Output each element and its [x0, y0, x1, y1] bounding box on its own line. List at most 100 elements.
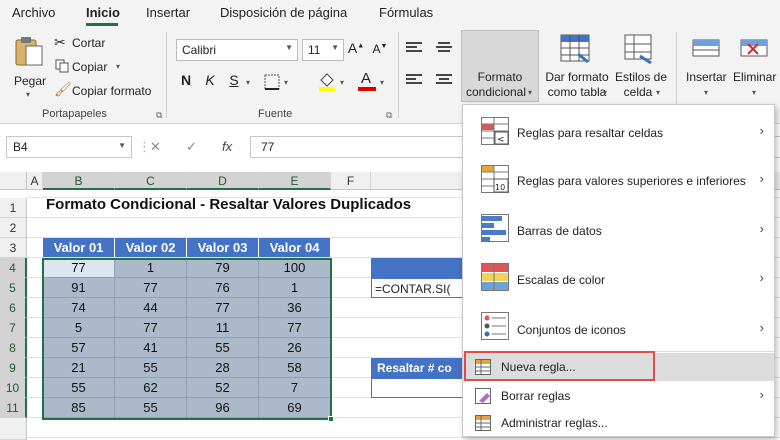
paste-button[interactable]: Pegar ▾: [10, 32, 50, 99]
chevron-right-icon: ›: [759, 270, 764, 285]
row-header-4[interactable]: 4: [0, 258, 27, 278]
delete-cells-icon[interactable]: [740, 36, 770, 62]
cancel-icon[interactable]: ✕: [150, 139, 161, 155]
copy-icon: [55, 59, 69, 73]
insert-label[interactable]: Insertar: [686, 70, 727, 84]
grow-font-icon[interactable]: A▲: [346, 40, 366, 56]
header-cell[interactable]: Valor 01: [43, 238, 115, 258]
italic-button[interactable]: K: [200, 72, 220, 88]
row-header-6[interactable]: 6: [0, 298, 27, 318]
name-box[interactable]: B4 ▼: [6, 136, 132, 158]
borders-icon[interactable]: [264, 74, 280, 90]
font-color-icon[interactable]: A: [358, 70, 376, 92]
row-header-8[interactable]: 8: [0, 338, 27, 358]
chevron-right-icon: ›: [759, 221, 764, 236]
column-header-d[interactable]: D: [187, 172, 259, 190]
chevron-right-icon: ›: [759, 171, 764, 186]
enter-icon[interactable]: ✓: [186, 139, 197, 155]
tab-disposicion[interactable]: Disposición de página: [220, 5, 347, 20]
header-cell[interactable]: Valor 02: [115, 238, 187, 258]
row-header-1[interactable]: 1: [0, 198, 27, 218]
row-header-10[interactable]: 10: [0, 378, 27, 398]
font-size-combo[interactable]: 11 ▼: [302, 39, 344, 61]
cond-format-label-2: condicional: [465, 85, 527, 99]
menu-label: Escalas de color: [517, 273, 606, 287]
chevron-down-icon: ▾: [116, 62, 121, 71]
align-center-icon[interactable]: [436, 74, 452, 86]
row-header-9[interactable]: 9: [0, 358, 27, 378]
shrink-font-icon[interactable]: A▼: [370, 42, 390, 56]
menu-label: Administrar reglas...: [501, 416, 608, 430]
conditional-format-button[interactable]: Formato condicional ▾: [461, 30, 539, 102]
delete-label[interactable]: Eliminar: [733, 70, 776, 84]
bold-button[interactable]: N: [176, 72, 196, 88]
copy-button[interactable]: Copiar ▾: [54, 58, 130, 76]
row-header-7[interactable]: 7: [0, 318, 27, 338]
selection-border: [42, 258, 332, 420]
menu-item-manage-rules[interactable]: Administrar reglas...: [463, 410, 774, 436]
align-middle-icon[interactable]: [436, 42, 452, 54]
font-name-combo[interactable]: Calibri ▼: [176, 39, 298, 61]
menu-item-icon-sets[interactable]: Conjuntos de iconos ›: [463, 301, 774, 347]
align-left-icon[interactable]: [406, 74, 422, 86]
row-header-11[interactable]: 11: [0, 398, 27, 418]
menu-item-top-bottom-rules[interactable]: 10 Reglas para valores superiores e infe…: [463, 157, 774, 203]
highlight-annotation-box: [464, 351, 655, 381]
format-as-table-icon: [560, 34, 590, 64]
highlight-rules-icon: <: [481, 117, 509, 145]
manage-rules-icon: [475, 415, 491, 431]
format-table-label-2[interactable]: como tabla: [544, 85, 610, 99]
row-header-5[interactable]: 5: [0, 278, 27, 298]
tab-formulas[interactable]: Fórmulas: [379, 5, 433, 20]
menu-item-data-bars[interactable]: Barras de datos ›: [463, 205, 774, 251]
row-header-12[interactable]: [0, 418, 27, 440]
column-header-a[interactable]: A: [27, 172, 43, 190]
format-painter-button[interactable]: 🖌 Copiar formato: [54, 81, 158, 100]
header-cell[interactable]: Valor 04: [259, 238, 331, 258]
clipboard-icon: [15, 37, 43, 66]
row-header-3[interactable]: 3: [0, 238, 27, 258]
chevron-down-icon: ▾: [528, 88, 533, 97]
menu-item-highlight-rules[interactable]: < Reglas para resaltar celdas ›: [463, 109, 774, 155]
eraser-icon: [475, 388, 491, 404]
row-header-2[interactable]: 2: [0, 218, 27, 238]
underline-button[interactable]: S: [224, 72, 244, 88]
select-all-corner[interactable]: [0, 172, 27, 190]
fill-handle[interactable]: [328, 416, 334, 422]
copy-label: Copiar: [72, 60, 108, 74]
insert-cells-icon[interactable]: [692, 36, 722, 62]
cut-button[interactable]: ✂ Cortar: [54, 34, 124, 52]
chevron-down-icon: ▾: [704, 88, 709, 97]
clipboard-launcher-icon[interactable]: ⧉: [156, 110, 162, 121]
menu-item-color-scales[interactable]: Escalas de color ›: [463, 253, 774, 299]
tab-inicio[interactable]: Inicio: [86, 5, 120, 20]
column-header-c[interactable]: C: [115, 172, 187, 190]
column-header-e[interactable]: E: [259, 172, 331, 190]
header-cell[interactable]: Valor 03: [187, 238, 259, 258]
format-table-label-1[interactable]: Dar formato: [544, 70, 610, 84]
side-value-cell[interactable]: [371, 378, 463, 398]
sheet-title: Formato Condicional - Resaltar Valores D…: [46, 196, 412, 213]
conditional-format-menu: < Reglas para resaltar celdas › 10 Regla…: [462, 104, 775, 437]
cell-styles-label-1[interactable]: Estilos de: [613, 70, 669, 84]
top-bottom-rules-icon: 10: [481, 165, 509, 193]
formula-value: 77: [261, 140, 275, 154]
side-header-bar: [371, 258, 463, 278]
chevron-down-icon: ▼: [118, 141, 126, 150]
tab-archivo[interactable]: Archivo: [12, 5, 55, 20]
menu-label: Borrar reglas: [501, 389, 571, 403]
menu-item-clear-rules[interactable]: Borrar reglas ›: [463, 383, 774, 409]
font-launcher-icon[interactable]: ⧉: [386, 110, 392, 121]
side-formula-cell[interactable]: =CONTAR.SI(: [371, 278, 463, 298]
chevron-down-icon: ▾: [380, 78, 385, 87]
menu-label: Barras de datos: [517, 224, 602, 238]
menu-label: Reglas para resaltar celdas: [517, 126, 664, 140]
align-top-icon[interactable]: [406, 42, 422, 54]
group-divider: [398, 32, 399, 118]
function-icon[interactable]: fx: [222, 139, 232, 154]
icon-sets-icon: [481, 312, 509, 340]
column-header-f[interactable]: F: [331, 172, 371, 190]
fill-color-icon[interactable]: [318, 71, 336, 91]
column-header-b[interactable]: B: [43, 172, 115, 190]
tab-insertar[interactable]: Insertar: [146, 5, 190, 20]
